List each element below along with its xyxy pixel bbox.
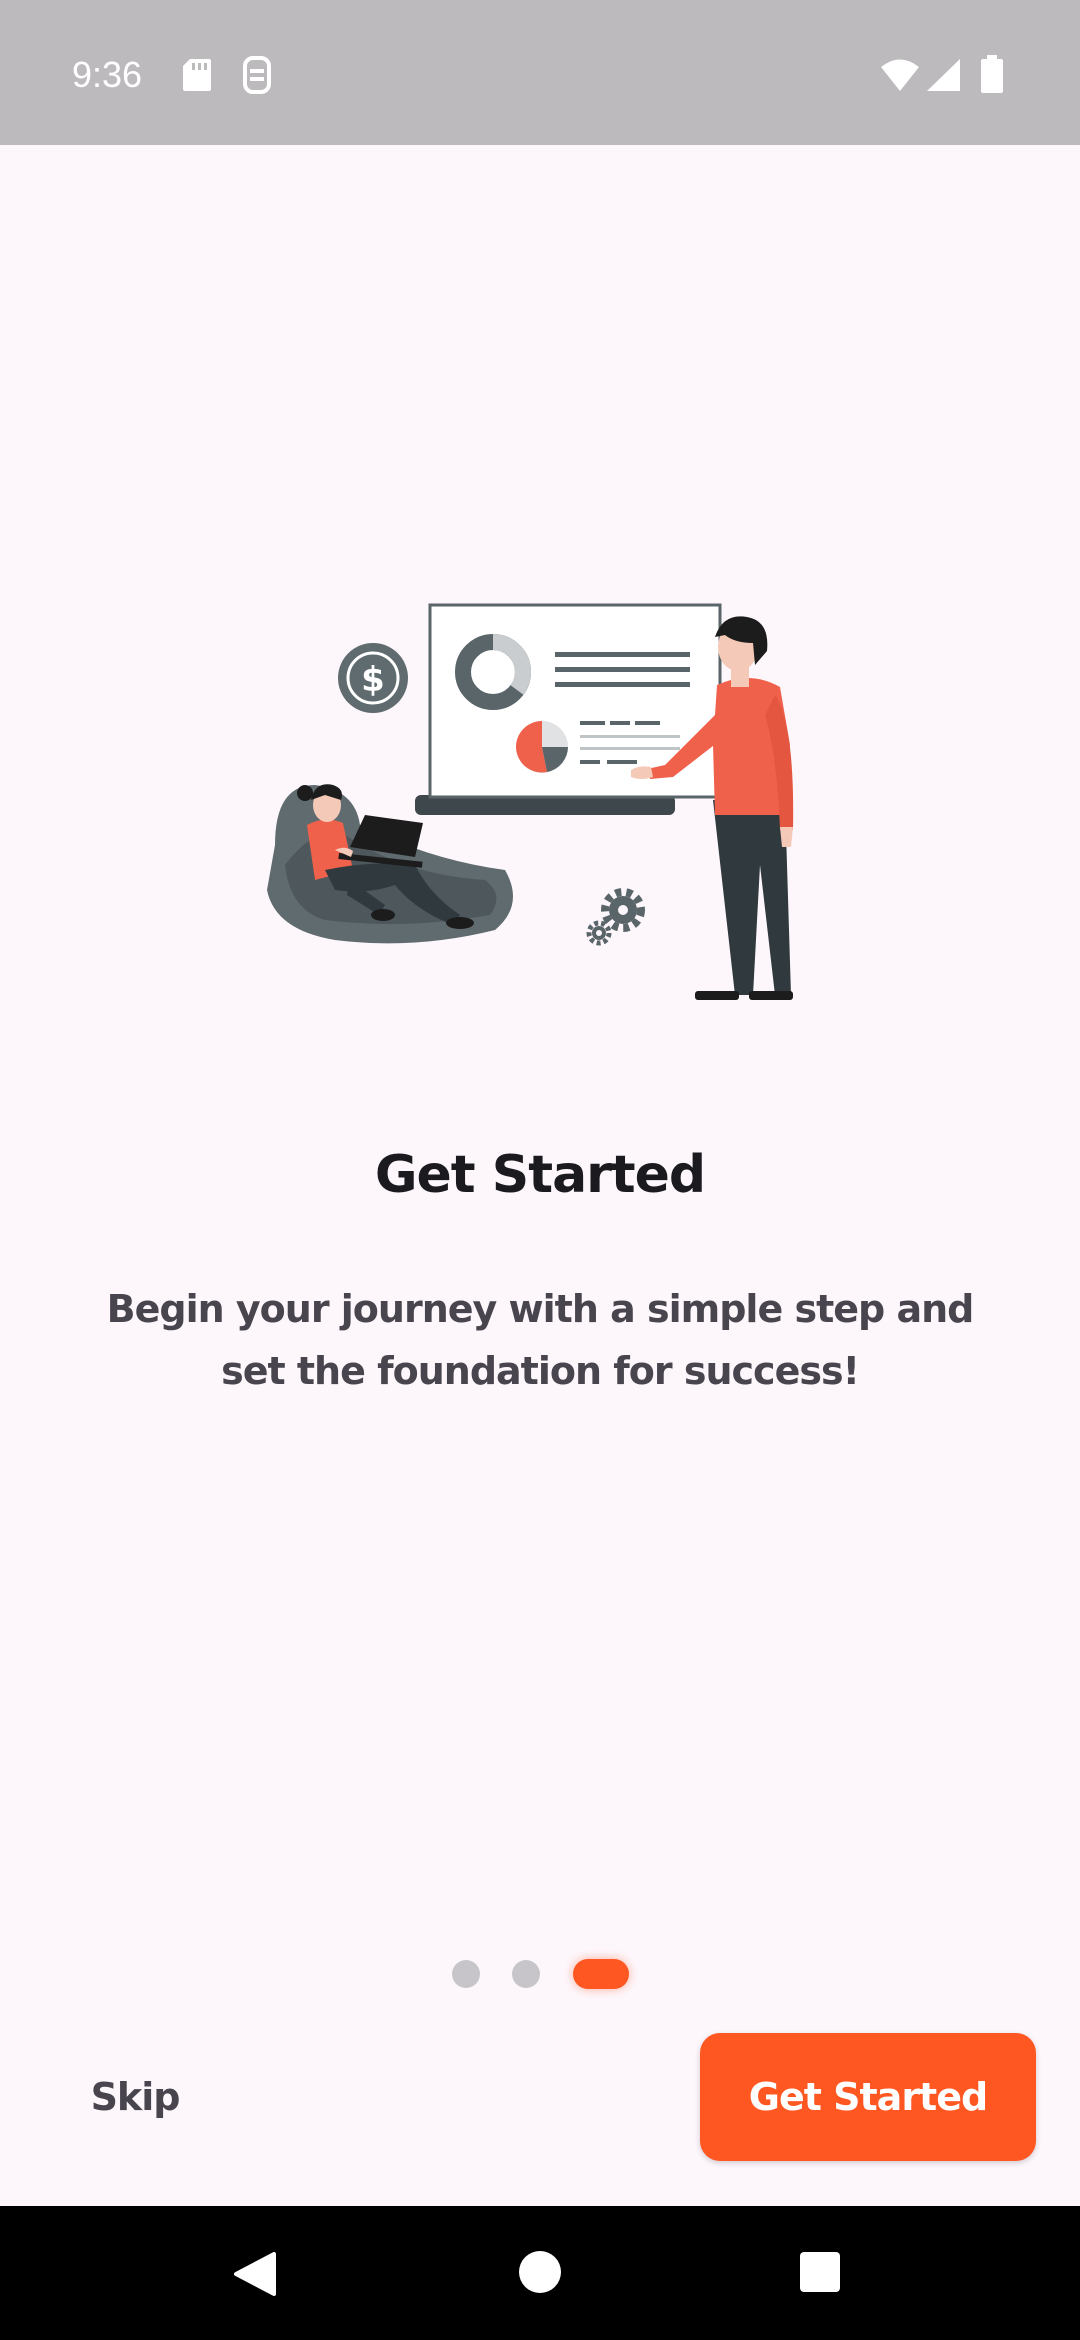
page-description: Begin your journey with a simple step an… xyxy=(106,1287,975,1393)
back-icon[interactable] xyxy=(232,2250,278,2302)
gear-icon xyxy=(586,888,645,946)
storage-icon xyxy=(242,56,272,98)
svg-text:$: $ xyxy=(361,660,385,700)
status-time: 9:36 xyxy=(72,54,143,95)
recents-icon[interactable] xyxy=(799,2251,841,2297)
status-bar: 9:36 xyxy=(0,0,1080,145)
presentation-illustration: $ xyxy=(255,595,825,1015)
dollar-coin-icon: $ xyxy=(338,643,408,713)
page-title: Get Started xyxy=(374,1145,706,1205)
sd-card-icon xyxy=(182,58,212,96)
navigation-bar xyxy=(0,2206,1080,2340)
skip-button[interactable]: Skip xyxy=(70,2062,200,2132)
home-icon[interactable] xyxy=(518,2250,562,2298)
page-indicator xyxy=(0,1958,1080,1989)
battery-icon xyxy=(980,54,1004,98)
page-dot-2[interactable] xyxy=(512,1960,540,1988)
page-dot-3-active[interactable] xyxy=(573,1959,629,1989)
signal-icon xyxy=(926,58,962,96)
get-started-button[interactable]: Get Started xyxy=(700,2033,1036,2161)
page-dot-1[interactable] xyxy=(452,1960,480,1988)
wifi-icon xyxy=(880,58,920,96)
